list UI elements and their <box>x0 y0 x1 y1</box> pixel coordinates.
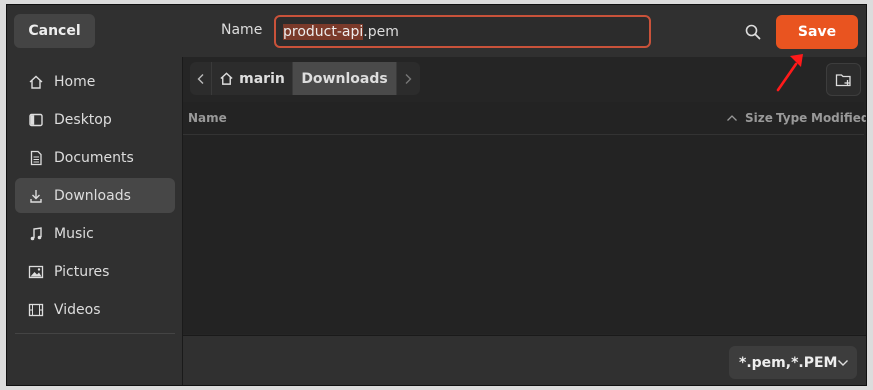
file-type-filter-select[interactable]: *.pem,*.PEM <box>729 346 857 379</box>
videos-icon <box>28 302 44 318</box>
sort-ascending-icon[interactable] <box>726 114 738 122</box>
documents-icon <box>28 150 44 166</box>
path-crumb-label: marin <box>239 70 285 87</box>
path-bar: marin Downloads <box>190 62 420 95</box>
file-list[interactable]: Name Size Type Modified <box>183 102 866 334</box>
sidebar-item-music[interactable]: Music <box>15 216 175 251</box>
sidebar-item-home[interactable]: Home <box>15 64 175 99</box>
downloads-icon <box>28 188 44 204</box>
home-icon <box>219 71 234 86</box>
sidebar-item-videos[interactable]: Videos <box>15 292 175 327</box>
home-icon <box>28 74 44 90</box>
sidebar-item-label: Desktop <box>54 111 112 128</box>
sidebar-item-label: Pictures <box>54 263 110 280</box>
dialog-header: Cancel Name product-api .pem Save <box>7 5 866 57</box>
sidebar-item-label: Documents <box>54 149 134 166</box>
filename-extension-text: .pem <box>363 23 399 40</box>
sidebar-item-label: Music <box>54 225 94 242</box>
path-back-button[interactable] <box>190 62 212 95</box>
sidebar-item-pictures[interactable]: Pictures <box>15 254 175 289</box>
chevron-left-icon <box>197 73 203 84</box>
music-icon <box>28 226 44 242</box>
path-crumb-home[interactable]: marin <box>212 62 293 95</box>
sidebar-item-desktop[interactable]: Desktop <box>15 102 175 137</box>
sidebar-item-downloads[interactable]: Downloads <box>15 178 175 213</box>
sidebar-item-label: Videos <box>54 301 101 318</box>
dialog-footer: *.pem,*.PEM <box>183 335 866 385</box>
search-icon[interactable] <box>744 23 762 41</box>
desktop-icon <box>28 112 44 128</box>
sidebar-item-label: Home <box>54 73 96 90</box>
sidebar-divider <box>15 333 175 334</box>
chevron-down-icon <box>837 359 849 367</box>
save-file-dialog: Cancel Name product-api .pem Save Home De… <box>6 4 867 386</box>
cancel-button[interactable]: Cancel <box>14 14 95 48</box>
file-list-header: Name Size Type Modified <box>183 102 866 135</box>
places-sidebar: Home Desktop Documents Downloads Music P… <box>7 57 183 385</box>
column-header-size[interactable]: Size <box>745 111 773 125</box>
save-button[interactable]: Save <box>776 15 858 49</box>
name-label: Name <box>221 22 263 38</box>
path-crumb-current[interactable]: Downloads <box>293 62 397 95</box>
sidebar-item-documents[interactable]: Documents <box>15 140 175 175</box>
filename-input[interactable]: product-api .pem <box>274 15 651 48</box>
filename-selected-text: product-api <box>283 23 364 40</box>
pictures-icon <box>28 264 44 280</box>
column-header-modified[interactable]: Modified <box>811 111 866 125</box>
sidebar-item-label: Downloads <box>54 187 131 204</box>
path-forward-button[interactable] <box>397 62 419 95</box>
filter-label: *.pem,*.PEM <box>739 354 838 371</box>
annotation-arrow <box>776 54 803 92</box>
chevron-right-icon <box>405 73 412 84</box>
column-header-name[interactable]: Name <box>188 111 227 125</box>
new-folder-button[interactable] <box>826 63 861 96</box>
new-folder-icon <box>835 73 851 86</box>
column-header-type[interactable]: Type <box>776 111 807 125</box>
